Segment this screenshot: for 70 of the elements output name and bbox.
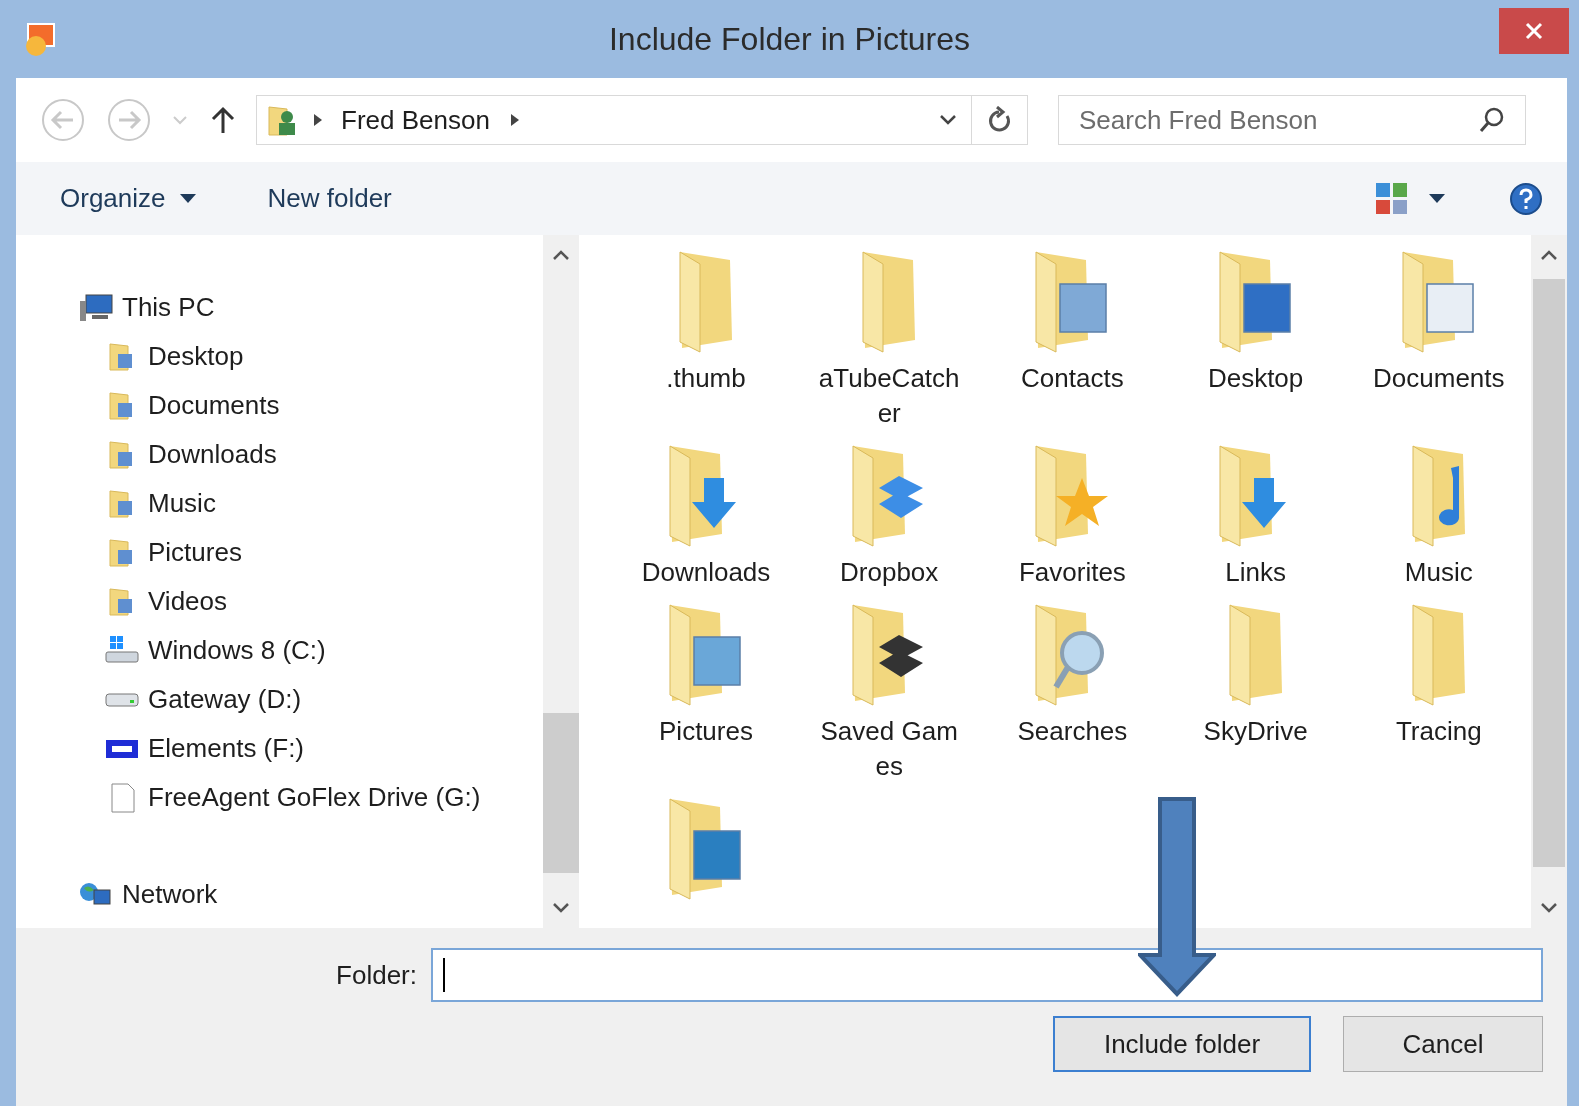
scroll-up-button[interactable] — [552, 249, 570, 261]
folder-name[interactable]: Desktop — [1180, 361, 1331, 396]
computer-icon — [78, 292, 114, 323]
close-icon — [1524, 21, 1544, 41]
folder-icon — [1410, 604, 1467, 706]
breadcrumb-item[interactable]: Fred Benson — [341, 100, 490, 140]
folder-name[interactable]: .thumb — [631, 361, 781, 396]
scrollbar[interactable] — [1531, 235, 1567, 928]
toolbar-button[interactable]: Organize — [60, 179, 196, 218]
drive-icon — [104, 635, 140, 666]
scroll-up-button[interactable] — [1540, 249, 1558, 261]
folder-icon — [1227, 604, 1284, 706]
dialog-button[interactable]: Cancel — [1343, 1016, 1543, 1072]
folder-icon — [861, 251, 918, 353]
folder-icon — [668, 604, 744, 706]
search-icon — [1478, 106, 1506, 134]
folder-name[interactable]: Searches — [997, 714, 1148, 749]
scrollbar-thumb[interactable] — [1533, 279, 1565, 867]
folder-icon — [1400, 251, 1477, 353]
tree-item[interactable]: Elements (F:) — [148, 729, 305, 768]
folder-name[interactable]: Downloads — [631, 555, 781, 590]
address-bar[interactable]: Fred Benson — [256, 95, 1028, 145]
scrollbar[interactable] — [543, 235, 579, 928]
toolbar-button[interactable]: New folder — [267, 179, 392, 218]
folder-icon — [678, 251, 734, 353]
caret-icon[interactable] — [1429, 193, 1445, 204]
chevron-icon — [313, 113, 323, 127]
folder-name[interactable]: Music — [1363, 555, 1514, 590]
folder-name[interactable]: Links — [1180, 555, 1331, 590]
tree-item[interactable]: Videos — [148, 582, 228, 621]
folder-name[interactable]: Documents — [1363, 361, 1514, 396]
scroll-down-button[interactable] — [552, 902, 570, 914]
tree-item[interactable]: Downloads — [148, 435, 277, 474]
folder-name[interactable]: Dropbox — [814, 555, 965, 590]
tree-item[interactable]: FreeAgent GoFlex Drive (G:) — [148, 778, 481, 817]
view-icon[interactable] — [1375, 181, 1409, 216]
dialog-button[interactable]: Include folder — [1053, 1016, 1311, 1072]
folder-icon — [668, 798, 744, 900]
tree-item[interactable]: Windows 8 (C:) — [148, 631, 326, 670]
drive-icon — [104, 692, 140, 707]
up-arrow-icon[interactable] — [210, 105, 236, 135]
window-title: Include Folder in Pictures — [607, 20, 972, 59]
refresh-icon[interactable] — [986, 106, 1013, 134]
search-field[interactable]: Search Fred Benson — [1058, 95, 1526, 145]
dropdown-icon[interactable] — [939, 114, 957, 126]
folder-name[interactable]: Contacts — [997, 361, 1148, 396]
folder-name[interactable]: Saved Games — [814, 714, 965, 784]
folder-name[interactable]: Favorites — [997, 555, 1148, 590]
tree-item[interactable]: Music — [148, 484, 216, 523]
close-button[interactable] — [1499, 8, 1569, 54]
folder-name[interactable]: SkyDrive — [1180, 714, 1331, 749]
folder-input[interactable] — [431, 948, 1543, 1002]
scrollbar-thumb[interactable] — [543, 713, 579, 873]
tree-item[interactable]: Pictures — [148, 533, 242, 572]
tree-item[interactable]: Documents — [148, 386, 280, 425]
help-icon[interactable] — [1509, 181, 1543, 216]
tree-item[interactable]: Gateway (D:) — [148, 680, 302, 719]
folder-name[interactable]: Tracing — [1363, 714, 1514, 749]
field-label: Folder: — [336, 958, 417, 992]
folder-name[interactable]: Pictures — [631, 714, 781, 749]
text-cursor — [443, 958, 445, 992]
chevron-icon[interactable] — [509, 113, 520, 127]
tree-item[interactable]: Desktop — [148, 337, 244, 376]
caret-icon — [179, 193, 196, 204]
tree-item[interactable]: Network — [122, 875, 218, 914]
scroll-down-button[interactable] — [1540, 902, 1558, 914]
folder-name[interactable]: aTubeCatcher — [814, 361, 965, 431]
folder-icon — [1410, 445, 1467, 547]
tree-item[interactable]: This PC — [122, 288, 215, 327]
folder-icon — [1217, 251, 1294, 353]
